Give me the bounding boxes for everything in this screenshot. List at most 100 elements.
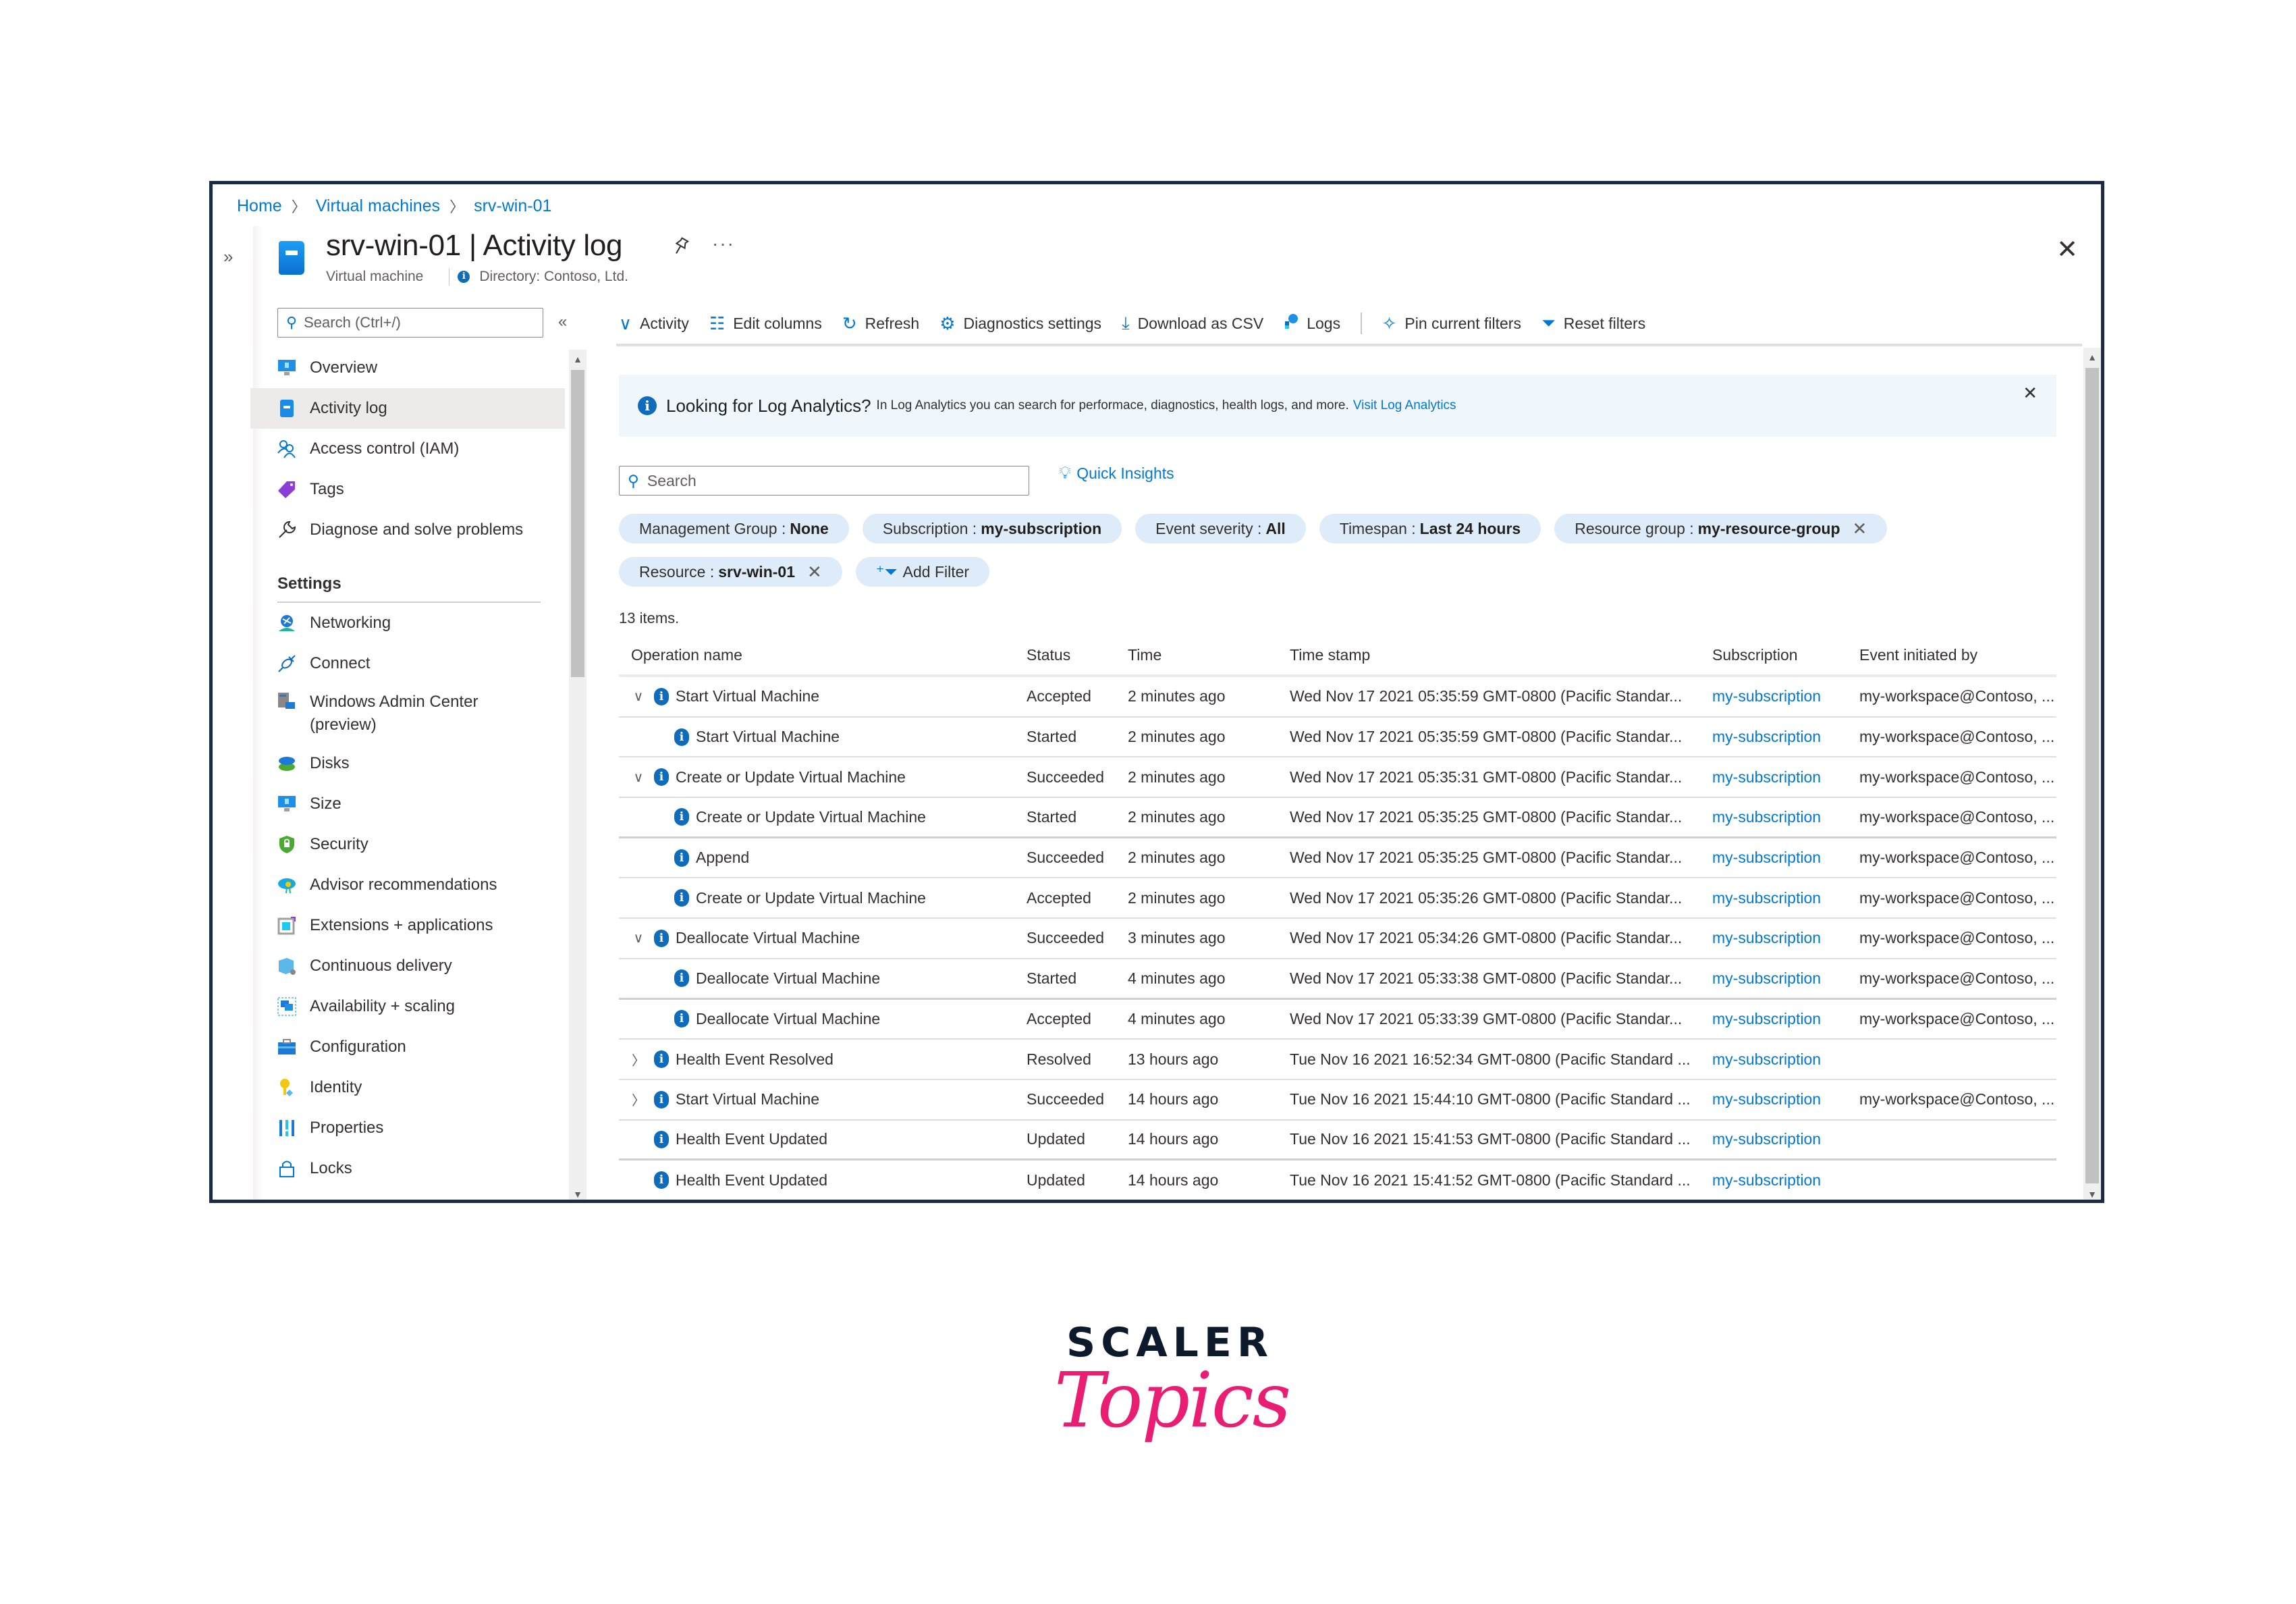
visit-log-analytics-link[interactable]: Visit Log Analytics — [1353, 398, 1456, 413]
sidebar-item-configuration[interactable]: Configuration — [250, 1027, 565, 1067]
table-row[interactable]: i Append Succeeded 2 minutes ago Wed Nov 17 … — [619, 838, 2056, 879]
column-header-status[interactable]: Status — [1027, 646, 1128, 664]
subscription-link[interactable]: my-subscription — [1712, 969, 1859, 988]
column-header-initiated-by[interactable]: Event initiated by — [1859, 646, 2056, 664]
operation-name[interactable]: Start Virtual Machine — [676, 687, 819, 705]
scroll-up-arrow-icon[interactable]: ▲ — [2083, 352, 2101, 363]
filter-chip-management-group[interactable]: Management Group : None — [619, 514, 849, 543]
remove-filter-icon[interactable]: ✕ — [1853, 518, 1867, 539]
edit-columns-button[interactable]: ☷ Edit columns — [709, 313, 822, 334]
sidebar-item-security[interactable]: Security — [250, 824, 565, 865]
operation-name[interactable]: Create or Update Virtual Machine — [676, 768, 906, 786]
remove-filter-icon[interactable]: ✕ — [807, 562, 822, 583]
sidebar-item-locks[interactable]: Locks — [250, 1148, 565, 1189]
table-row[interactable]: i Create or Update Virtual Machine Accepte… — [619, 878, 2056, 919]
operation-name[interactable]: Deallocate Virtual Machine — [676, 929, 860, 947]
sidebar-item-connect[interactable]: Connect — [250, 643, 565, 684]
chevron-down-icon[interactable]: ∨ — [630, 769, 647, 786]
table-row[interactable]: ∨ i Deallocate Virtual Machine Succeeded 3 m… — [619, 919, 2056, 959]
sidebar-item-properties[interactable]: Properties — [250, 1108, 565, 1148]
operation-name[interactable]: Health Event Updated — [676, 1130, 827, 1148]
operation-name[interactable]: Append — [696, 849, 749, 867]
scroll-up-arrow-icon[interactable]: ▲ — [569, 354, 586, 365]
subscription-link[interactable]: my-subscription — [1712, 768, 1859, 786]
sidebar-item-availability[interactable]: Availability + scaling — [250, 986, 565, 1027]
sidebar-item-size[interactable]: Size — [250, 784, 565, 824]
expand-menu-button[interactable]: » — [223, 246, 233, 267]
sidebar-item-activity-log[interactable]: Activity log — [250, 388, 565, 429]
operation-name[interactable]: Start Virtual Machine — [696, 728, 840, 746]
quick-insights-link[interactable]: 💡︎ Quick Insights — [1059, 462, 1174, 484]
reset-filters-button[interactable]: ⏷ Reset filters — [1541, 313, 1645, 334]
activity-search-input[interactable]: ⚲ Search — [619, 466, 1029, 496]
sidebar-item-diagnose[interactable]: Diagnose and solve problems — [250, 510, 565, 550]
table-row[interactable]: ∨ i Start Virtual Machine Accepted 2 minutes… — [619, 677, 2056, 718]
filter-chip-event-severity[interactable]: Event severity : All — [1135, 514, 1306, 543]
table-row[interactable]: i Deallocate Virtual Machine Started 4 minu… — [619, 959, 2056, 1000]
subscription-link[interactable]: my-subscription — [1712, 889, 1859, 907]
table-row[interactable]: ∨ i Create or Update Virtual Machine Succee… — [619, 757, 2056, 799]
breadcrumb-home[interactable]: Home — [237, 196, 282, 216]
main-scrollbar[interactable]: ▲ ▼ — [2083, 348, 2101, 1200]
subscription-link[interactable]: my-subscription — [1712, 1010, 1859, 1028]
table-row[interactable]: i Deallocate Virtual Machine Accepted 4 min… — [619, 1000, 2056, 1040]
operation-name[interactable]: Health Event Updated — [676, 1171, 827, 1189]
subscription-link[interactable]: my-subscription — [1712, 808, 1859, 826]
sidebar-item-access-control[interactable]: Access control (IAM) — [250, 429, 565, 469]
add-filter-button[interactable]: ⁺⏷ Add Filter — [855, 557, 990, 587]
sidebar-scroll-thumb[interactable] — [571, 370, 584, 677]
table-row[interactable]: i Health Event Updated Updated 14 hours ago… — [619, 1160, 2056, 1200]
subscription-link[interactable]: my-subscription — [1712, 929, 1859, 947]
sidebar-search-input[interactable]: ⚲ Search (Ctrl+/) — [277, 308, 543, 338]
breadcrumb-virtual-machines[interactable]: Virtual machines — [316, 196, 440, 216]
sidebar-item-overview[interactable]: Overview — [250, 348, 565, 388]
chevron-down-icon[interactable]: ∨ — [630, 688, 647, 705]
sidebar-item-identity[interactable]: Identity — [250, 1067, 565, 1108]
pin-current-filters-button[interactable]: ✧ Pin current filters — [1382, 313, 1521, 334]
table-row[interactable]: i Start Virtual Machine Started 2 minutes a… — [619, 718, 2056, 758]
close-icon[interactable]: ✕ — [2056, 234, 2078, 265]
operation-name[interactable]: Create or Update Virtual Machine — [696, 889, 926, 907]
breadcrumb-srv-win-01[interactable]: srv-win-01 — [474, 196, 551, 216]
column-header-operation[interactable]: Operation name — [619, 646, 1027, 664]
download-csv-button[interactable]: ⤓ Download as CSV — [1122, 313, 1263, 334]
sidebar-item-extensions[interactable]: Extensions + applications — [250, 905, 565, 946]
sidebar-item-advisor[interactable]: Advisor recommendations — [250, 865, 565, 905]
sidebar-item-disks[interactable]: Disks — [250, 743, 565, 784]
collapse-menu-button[interactable]: « — [558, 313, 567, 331]
sidebar-scrollbar[interactable]: ▲ ▼ — [569, 350, 586, 1200]
filter-chip-resource-group[interactable]: Resource group : my-resource-group ✕ — [1554, 514, 1888, 543]
scroll-down-arrow-icon[interactable]: ▼ — [2083, 1189, 2101, 1200]
operation-name[interactable]: Create or Update Virtual Machine — [696, 808, 926, 826]
table-row[interactable]: 〉 i Start Virtual Machine Succeeded 14 hours… — [619, 1080, 2056, 1121]
column-header-timestamp[interactable]: Time stamp — [1290, 646, 1712, 664]
filter-chip-timespan[interactable]: Timespan : Last 24 hours — [1319, 514, 1541, 543]
chevron-down-icon[interactable]: ∨ — [630, 930, 647, 946]
sidebar-item-networking[interactable]: Networking — [250, 603, 565, 643]
main-scroll-thumb[interactable] — [2085, 368, 2099, 1183]
filter-chip-subscription[interactable]: Subscription : my-subscription — [862, 514, 1122, 543]
table-row[interactable]: i Health Event Updated Updated 14 hours ago… — [619, 1121, 2056, 1161]
subscription-link[interactable]: my-subscription — [1712, 1171, 1859, 1189]
activity-button[interactable]: ∨ Activity — [619, 313, 689, 334]
logs-button[interactable]: Logs — [1284, 313, 1340, 334]
operation-name[interactable]: Deallocate Virtual Machine — [696, 1010, 880, 1028]
table-row[interactable]: i Create or Update Virtual Machine Started… — [619, 798, 2056, 838]
subscription-link[interactable]: my-subscription — [1712, 728, 1859, 746]
close-icon[interactable]: ✕ — [2023, 383, 2038, 404]
refresh-button[interactable]: ↻ Refresh — [842, 313, 919, 334]
table-row[interactable]: 〉 i Health Event Resolved Resolved 13 hours … — [619, 1040, 2056, 1080]
sidebar-item-tags[interactable]: Tags — [250, 469, 565, 510]
subscription-link[interactable]: my-subscription — [1712, 1090, 1859, 1108]
sidebar-item-windows-admin-center[interactable]: Windows Admin Center (preview) — [250, 684, 565, 743]
diagnostics-settings-button[interactable]: ⚙ Diagnostics settings — [939, 313, 1101, 334]
sidebar-item-continuous-delivery[interactable]: Continuous delivery — [250, 946, 565, 986]
subscription-link[interactable]: my-subscription — [1712, 1130, 1859, 1148]
filter-chip-resource[interactable]: Resource : srv-win-01 ✕ — [619, 557, 842, 587]
operation-name[interactable]: Deallocate Virtual Machine — [696, 969, 880, 988]
subscription-link[interactable]: my-subscription — [1712, 1050, 1859, 1069]
subscription-link[interactable]: my-subscription — [1712, 849, 1859, 867]
chevron-right-icon[interactable]: 〉 — [630, 1050, 647, 1069]
column-header-subscription[interactable]: Subscription — [1712, 646, 1859, 664]
subscription-link[interactable]: my-subscription — [1712, 687, 1859, 705]
